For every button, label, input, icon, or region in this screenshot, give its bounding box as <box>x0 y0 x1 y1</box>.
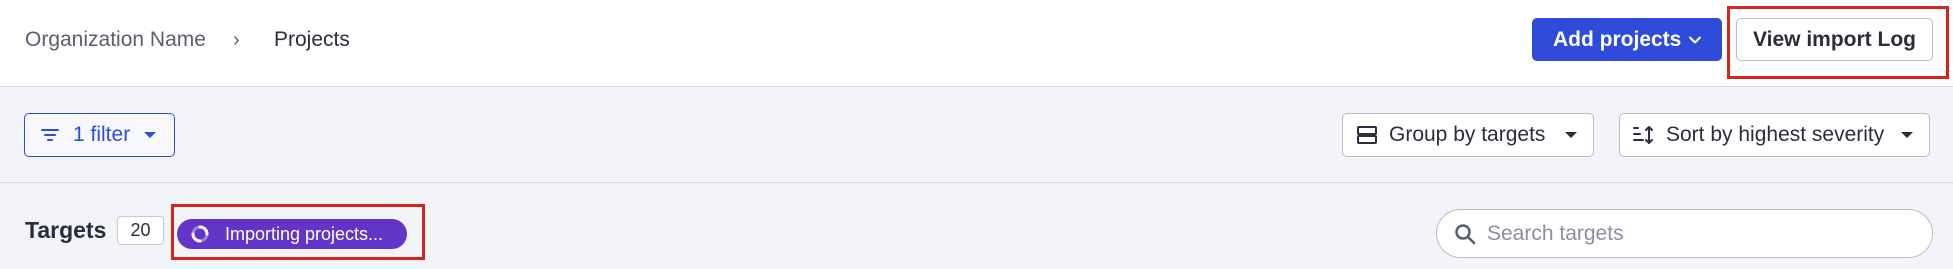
targets-title: Targets <box>25 217 107 243</box>
caret-down-icon <box>1901 132 1913 138</box>
targets-count-badge: 20 <box>117 216 164 245</box>
group-rows-icon <box>1357 126 1377 144</box>
search-icon <box>1455 224 1476 245</box>
highlight-box-view-import-log <box>1727 6 1949 79</box>
filter-icon <box>41 129 59 141</box>
page-header: Organization Name › Projects Add project… <box>0 0 1953 87</box>
breadcrumb-separator: › <box>233 29 240 51</box>
search-targets-field[interactable] <box>1436 209 1933 258</box>
highlight-box-importing <box>171 204 425 260</box>
breadcrumb-current-page: Projects <box>274 28 350 51</box>
sort-select[interactable]: Sort by highest severity <box>1619 113 1930 157</box>
add-projects-label: Add projects <box>1553 27 1682 51</box>
group-by-select[interactable]: Group by targets <box>1342 113 1594 157</box>
sort-label: Sort by highest severity <box>1666 123 1885 146</box>
sort-severity-icon <box>1633 126 1653 144</box>
filter-button[interactable]: 1 filter <box>24 113 175 157</box>
caret-down-icon <box>1565 132 1577 138</box>
breadcrumb-organization[interactable]: Organization Name <box>25 26 206 54</box>
chevron-down-icon <box>1689 36 1701 44</box>
group-by-label: Group by targets <box>1389 123 1546 146</box>
add-projects-button[interactable]: Add projects <box>1532 18 1722 61</box>
filter-label: 1 filter <box>73 123 131 146</box>
filter-toolbar: 1 filter Group by targets Sort by highes… <box>0 88 1953 183</box>
caret-down-icon <box>144 132 156 138</box>
search-targets-input[interactable] <box>1487 221 1907 246</box>
